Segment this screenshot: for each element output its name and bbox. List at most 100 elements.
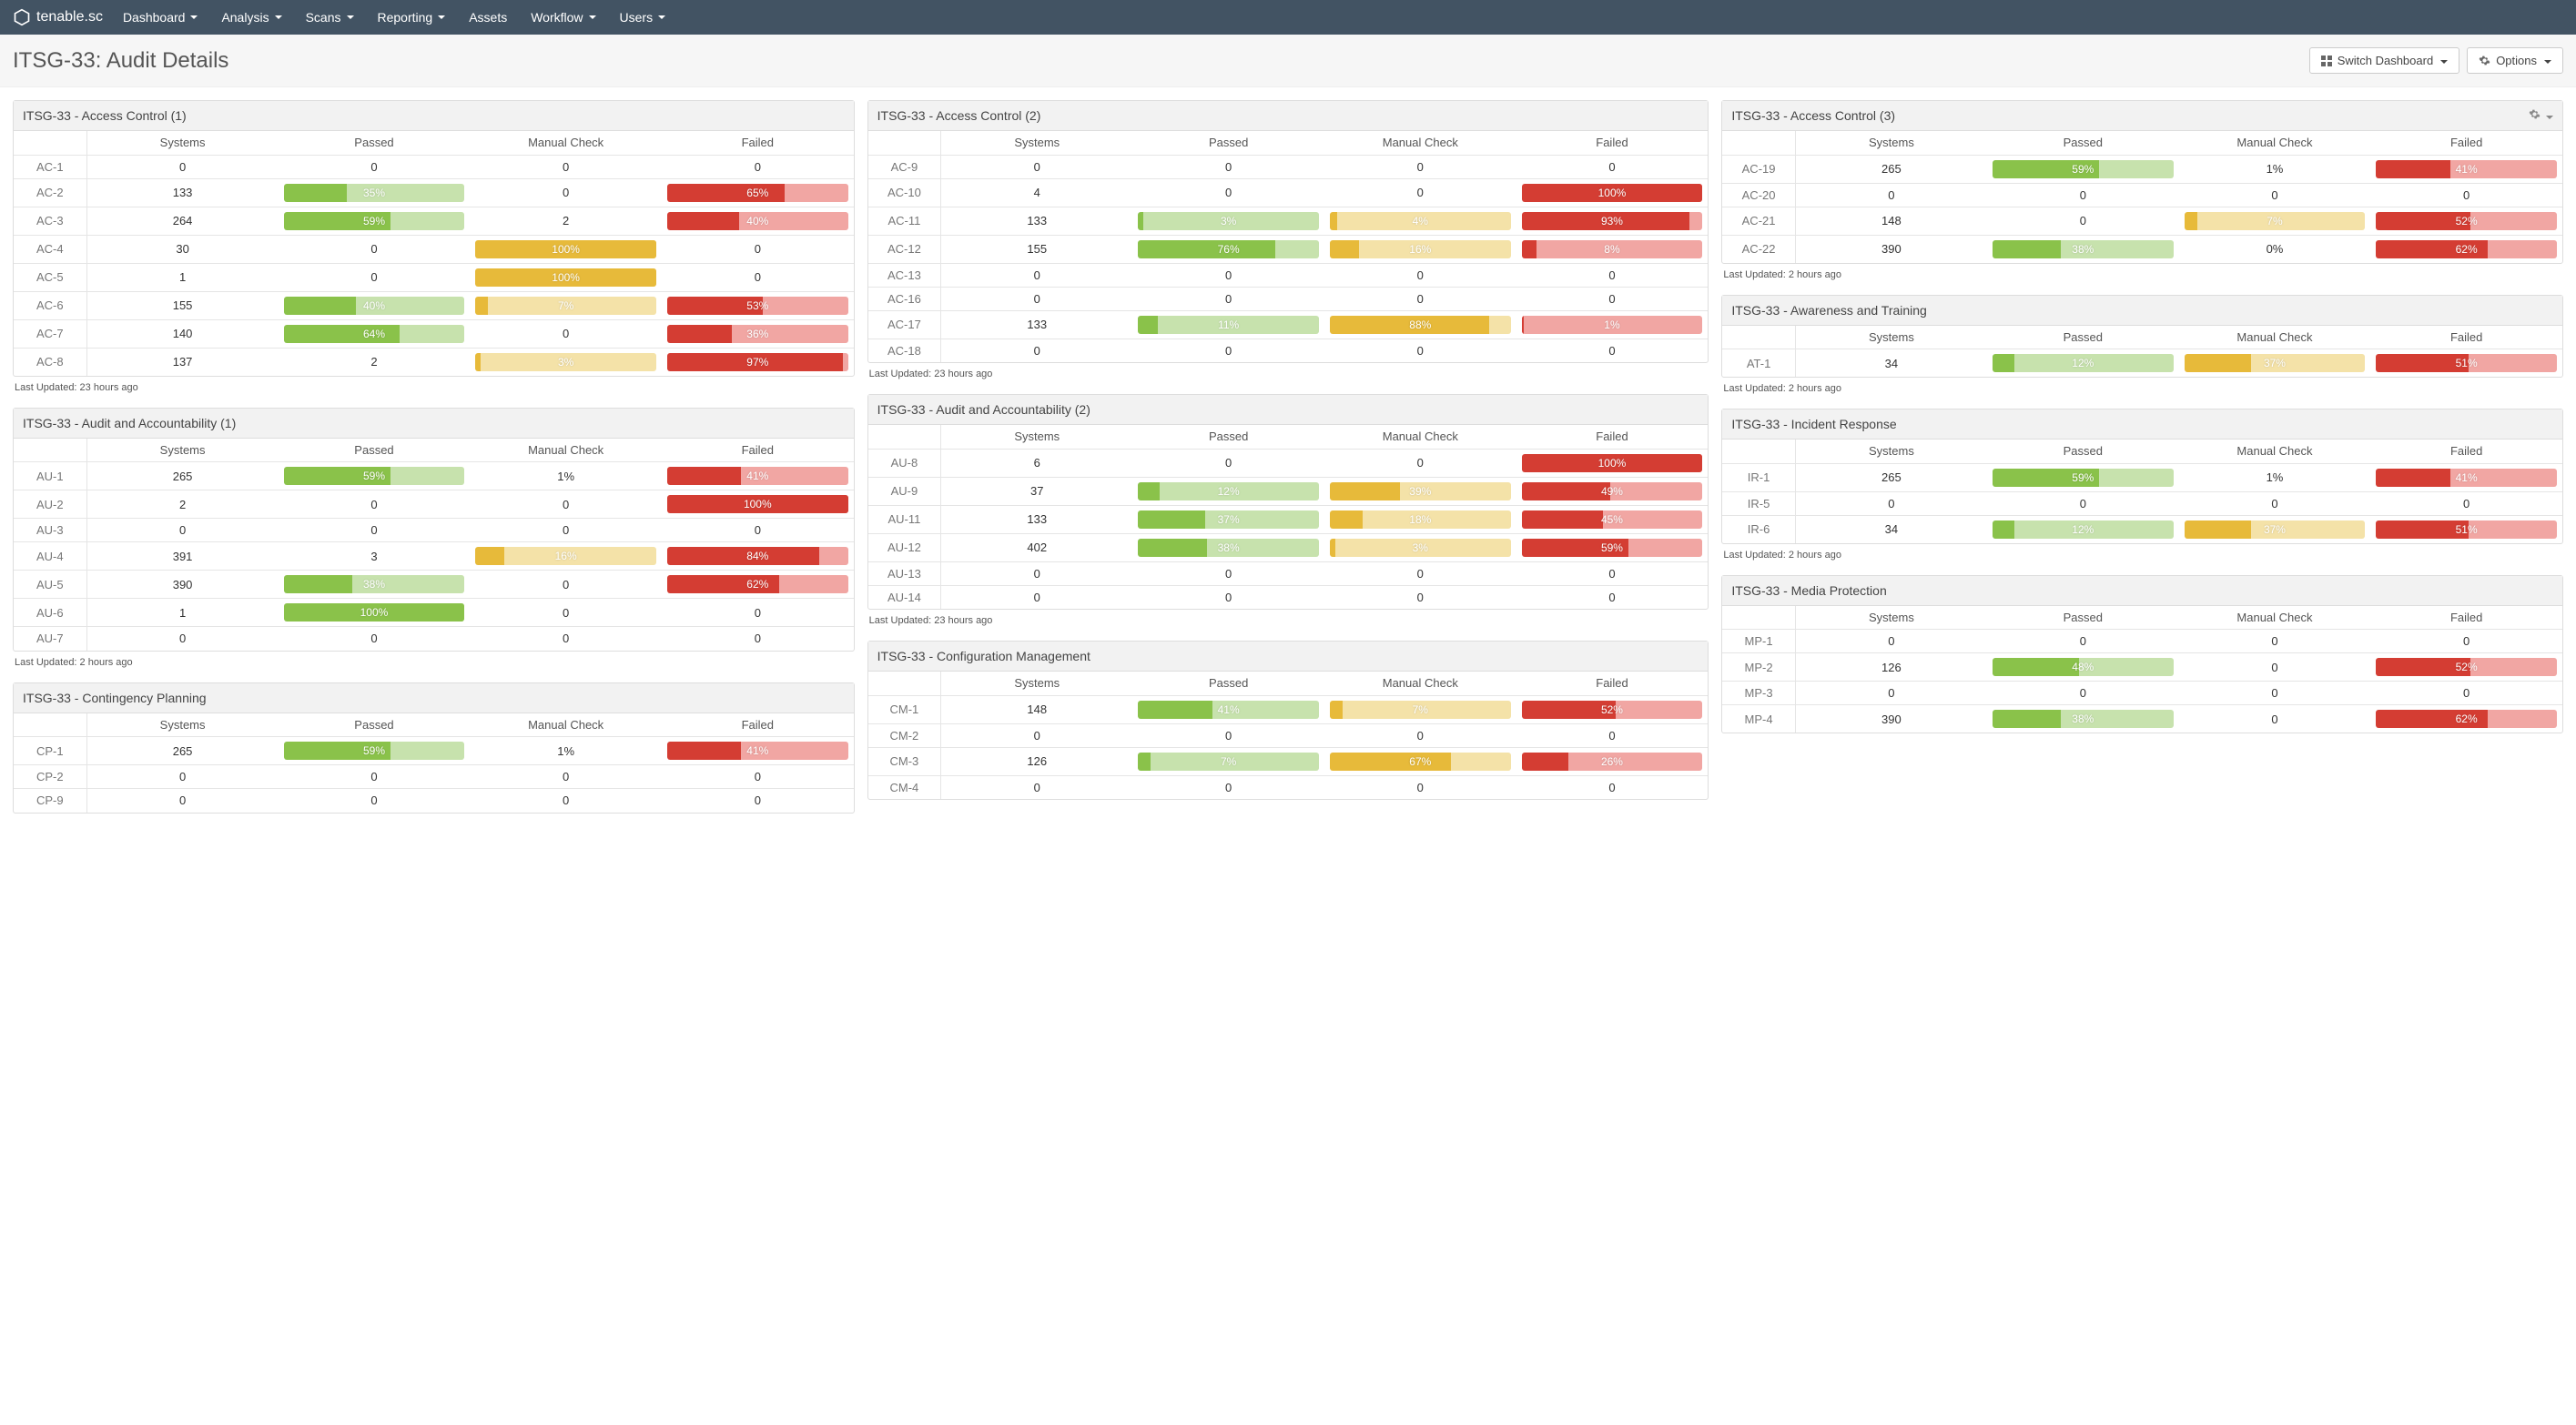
percent-bar[interactable]: 53% [667,297,848,315]
percent-bar[interactable]: 59% [284,212,465,230]
percent-bar[interactable]: 12% [1138,482,1319,500]
table-row[interactable]: MP-3 0 0 0 0 [1722,682,2562,705]
nav-link-analysis[interactable]: Analysis [221,10,281,25]
percent-bar[interactable]: 41% [667,467,848,485]
table-row[interactable]: CM-4 0 0 0 0 [868,775,1709,799]
percent-bar[interactable]: 49% [1522,482,1703,500]
nav-link-dashboard[interactable]: Dashboard [123,10,198,25]
table-row[interactable]: AU-8 6 0 0 100% [868,449,1709,477]
panel-settings-button[interactable] [2529,108,2553,123]
table-row[interactable]: AC-8 137 2 3% 97% [14,348,854,376]
table-row[interactable]: AC-16 0 0 0 0 [868,287,1709,310]
percent-bar[interactable]: 100% [284,603,465,622]
percent-bar[interactable]: 93% [1522,212,1703,230]
table-row[interactable]: AC-4 30 0 100% 0 [14,235,854,263]
percent-bar[interactable]: 11% [1138,316,1319,334]
percent-bar[interactable]: 26% [1522,753,1703,771]
table-row[interactable]: AU-14 0 0 0 0 [868,585,1709,609]
percent-bar[interactable]: 3% [1138,212,1319,230]
percent-bar[interactable]: 41% [2376,160,2557,178]
table-row[interactable]: AC-2 133 35% 0 65% [14,178,854,207]
percent-bar[interactable]: 52% [2376,658,2557,676]
switch-dashboard-button[interactable]: Switch Dashboard [2309,47,2460,74]
percent-bar[interactable]: 62% [2376,240,2557,258]
table-row[interactable]: AC-22 390 38% 0% 62% [1722,235,2562,263]
table-row[interactable]: IR-1 265 59% 1% 41% [1722,463,2562,491]
table-row[interactable]: AU-2 2 0 0 100% [14,490,854,519]
percent-bar[interactable]: 38% [1993,240,2174,258]
percent-bar[interactable]: 35% [284,184,465,202]
nav-link-scans[interactable]: Scans [306,10,354,25]
percent-bar[interactable]: 59% [1993,469,2174,487]
table-row[interactable]: AU-5 390 38% 0 62% [14,571,854,599]
percent-bar[interactable]: 3% [475,353,656,371]
percent-bar[interactable]: 88% [1330,316,1511,334]
percent-bar[interactable]: 37% [1138,510,1319,529]
percent-bar[interactable]: 100% [1522,184,1703,202]
table-row[interactable]: CM-3 126 7% 67% 26% [868,747,1709,775]
table-row[interactable]: AU-12 402 38% 3% 59% [868,533,1709,561]
table-row[interactable]: AT-1 34 12% 37% 51% [1722,349,2562,378]
table-row[interactable]: AU-7 0 0 0 0 [14,627,854,651]
table-row[interactable]: AU-3 0 0 0 0 [14,519,854,542]
percent-bar[interactable]: 37% [2185,520,2366,539]
percent-bar[interactable]: 40% [667,212,848,230]
table-row[interactable]: CP-2 0 0 0 0 [14,765,854,789]
percent-bar[interactable]: 38% [284,575,465,593]
percent-bar[interactable]: 76% [1138,240,1319,258]
percent-bar[interactable]: 7% [1330,701,1511,719]
table-row[interactable]: AC-7 140 64% 0 36% [14,319,854,348]
table-row[interactable]: AU-6 1 100% 0 0 [14,599,854,627]
table-row[interactable]: AU-13 0 0 0 0 [868,561,1709,585]
percent-bar[interactable]: 52% [1522,701,1703,719]
percent-bar[interactable]: 41% [1138,701,1319,719]
percent-bar[interactable]: 36% [667,325,848,343]
percent-bar[interactable]: 100% [475,240,656,258]
percent-bar[interactable]: 12% [1993,354,2174,372]
options-button[interactable]: Options [2467,47,2563,74]
percent-bar[interactable]: 12% [1993,520,2174,539]
table-row[interactable]: CM-1 148 41% 7% 52% [868,695,1709,723]
percent-bar[interactable]: 59% [1522,539,1703,557]
percent-bar[interactable]: 16% [475,547,656,565]
percent-bar[interactable]: 84% [667,547,848,565]
percent-bar[interactable]: 51% [2376,520,2557,539]
percent-bar[interactable]: 97% [667,353,848,371]
percent-bar[interactable]: 59% [284,467,465,485]
table-row[interactable]: AC-13 0 0 0 0 [868,263,1709,287]
percent-bar[interactable]: 7% [2185,212,2366,230]
percent-bar[interactable]: 38% [1138,539,1319,557]
table-row[interactable]: AC-19 265 59% 1% 41% [1722,155,2562,183]
table-row[interactable]: CP-9 0 0 0 0 [14,789,854,813]
table-row[interactable]: AC-1 0 0 0 0 [14,155,854,178]
percent-bar[interactable]: 39% [1330,482,1511,500]
percent-bar[interactable]: 100% [475,268,656,287]
percent-bar[interactable]: 65% [667,184,848,202]
percent-bar[interactable]: 64% [284,325,465,343]
percent-bar[interactable]: 1% [1522,316,1703,334]
percent-bar[interactable]: 48% [1993,658,2174,676]
table-row[interactable]: AU-4 391 3 16% 84% [14,542,854,571]
table-row[interactable]: IR-6 34 12% 37% 51% [1722,515,2562,543]
table-row[interactable]: IR-5 0 0 0 0 [1722,491,2562,515]
table-row[interactable]: AU-9 37 12% 39% 49% [868,477,1709,505]
percent-bar[interactable]: 41% [667,742,848,760]
percent-bar[interactable]: 52% [2376,212,2557,230]
table-row[interactable]: MP-2 126 48% 0 52% [1722,653,2562,682]
percent-bar[interactable]: 45% [1522,510,1703,529]
percent-bar[interactable]: 51% [2376,354,2557,372]
table-row[interactable]: AU-1 265 59% 1% 41% [14,462,854,490]
table-row[interactable]: AC-21 148 0 7% 52% [1722,207,2562,235]
percent-bar[interactable]: 7% [475,297,656,315]
table-row[interactable]: AC-18 0 0 0 0 [868,339,1709,362]
table-row[interactable]: MP-1 0 0 0 0 [1722,630,2562,653]
percent-bar[interactable]: 37% [2185,354,2366,372]
nav-link-assets[interactable]: Assets [469,10,507,25]
percent-bar[interactable]: 100% [1522,454,1703,472]
percent-bar[interactable]: 67% [1330,753,1511,771]
table-row[interactable]: CM-2 0 0 0 0 [868,723,1709,747]
percent-bar[interactable]: 100% [667,495,848,513]
percent-bar[interactable]: 38% [1993,710,2174,728]
table-row[interactable]: AC-20 0 0 0 0 [1722,183,2562,207]
table-row[interactable]: AC-12 155 76% 16% 8% [868,235,1709,263]
